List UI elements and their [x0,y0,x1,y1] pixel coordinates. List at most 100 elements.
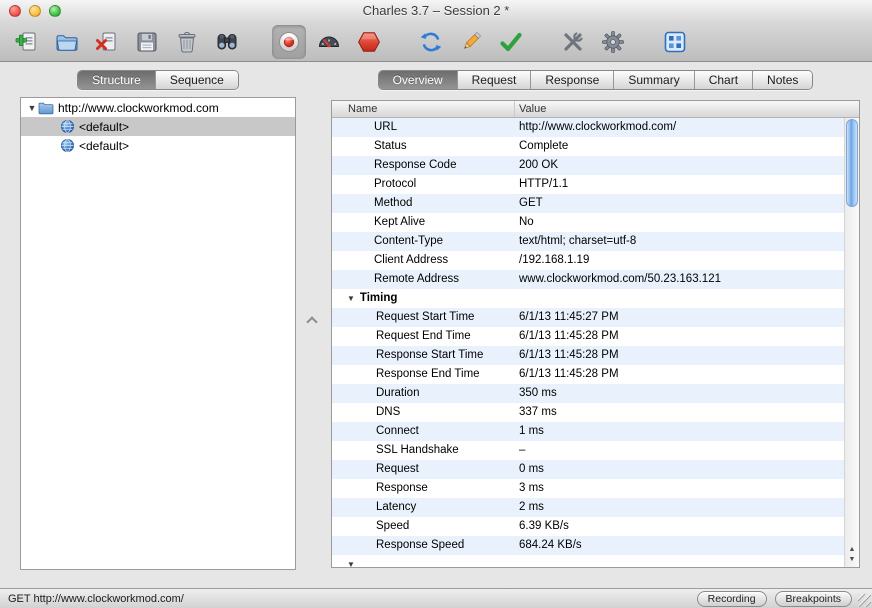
web-interface-icon [664,31,686,52]
save-session-button[interactable] [130,25,164,59]
tab-summary[interactable]: Summary [614,71,695,89]
grid-row[interactable]: SSL Handshake – [332,441,859,460]
vertical-scrollbar[interactable]: ▲ ▼ [844,118,859,567]
tab-response[interactable]: Response [531,71,615,89]
record-button[interactable] [272,24,306,59]
tree-item-label: <default> [79,138,130,153]
grid-row[interactable]: Speed 6.39 KB/s [332,517,859,536]
tab-notes[interactable]: Notes [753,71,813,89]
grid-section-row[interactable]: ▼ Timing [332,289,859,308]
grid-row[interactable]: Method GET [332,194,859,213]
row-value: 6/1/13 11:45:28 PM [519,368,619,380]
row-name: Response [376,482,428,494]
resize-grip[interactable] [858,594,871,607]
grid-row[interactable]: Connect 1 ms [332,422,859,441]
close-window-button[interactable] [9,5,21,17]
grid-row[interactable]: DNS 337 ms [332,403,859,422]
row-name: Request Start Time [376,311,475,323]
grid-row[interactable]: Request End Time 6/1/13 11:45:28 PM [332,327,859,346]
tree-row-root[interactable]: ▼ http://www.clockworkmod.com [21,98,295,117]
tree-row-default[interactable]: <default> [21,117,295,136]
record-icon [279,31,299,52]
open-session-button[interactable] [50,25,84,59]
row-name: Response Code [374,159,457,171]
grid-row[interactable]: Client Address/192.168.1.19 [332,251,859,270]
disclosure-triangle-icon[interactable]: ▼ [332,555,355,567]
settings-button[interactable] [596,25,630,59]
splitter-handle[interactable] [306,316,318,328]
row-name: Content-Type [374,235,444,247]
grid-row[interactable]: Response Code 200 OK [332,156,859,175]
row-value: No [519,216,534,228]
grid-row[interactable]: Duration 350 ms [332,384,859,403]
row-name: URL [374,121,398,133]
close-session-button[interactable] [90,25,124,59]
row-value: GET [519,197,543,209]
structure-tree: ▼ http://www.clockworkmod.com <default> <… [20,97,296,570]
tools-icon [564,31,583,51]
grid-row[interactable]: Latency 2 ms [332,498,859,517]
tab-structure[interactable]: Structure [78,71,156,89]
grid-row[interactable]: Status Complete [332,137,859,156]
grid-section-row[interactable]: ▼ [332,555,859,567]
repeat-button[interactable] [414,25,448,59]
globe-icon [61,120,74,133]
tab-sequence[interactable]: Sequence [155,71,238,89]
web-interface-button[interactable] [658,25,692,59]
row-value: www.clockworkmod.com/50.23.163.121 [519,273,721,285]
validate-button[interactable] [494,25,528,59]
find-button[interactable] [210,25,244,59]
globe-icon [61,139,74,152]
grid-row[interactable]: Response Speed 684.24 KB/s [332,536,859,555]
scroll-up-button[interactable]: ▲ [845,545,859,555]
throttle-button[interactable] [312,25,346,59]
edit-button[interactable] [454,25,488,59]
grid-row[interactable]: Content-Type text/html; charset=utf-8 [332,232,859,251]
add-session-button[interactable] [10,25,44,59]
charles-window: Charles 3.7 – Session 2 * Structure Sequ… [0,0,872,608]
row-name: Method [374,197,413,209]
validate-icon [500,32,522,51]
tab-chart[interactable]: Chart [694,71,754,89]
window-title: Charles 3.7 – Session 2 * [362,3,510,18]
grid-row[interactable]: Request Start Time 6/1/13 11:45:27 PM [332,308,859,327]
grid-row[interactable]: URL http://www.clockworkmod.com/ [332,118,859,137]
row-value: /192.168.1.19 [519,254,590,266]
zoom-window-button[interactable] [49,5,61,17]
edit-icon [464,31,482,49]
row-name: Client Address [374,254,449,266]
panel-splitter[interactable] [297,62,330,588]
row-name: SSL Handshake [376,444,459,456]
row-name: Response Speed [376,539,465,551]
scrollbar-thumb[interactable] [846,119,858,207]
overview-table: Name Value URL http://www.clockworkmod.co… [331,100,860,568]
breakpoints-button[interactable] [352,25,386,59]
tree-row-default[interactable]: <default> [21,136,295,155]
tree-children: <default> <default> [21,117,295,155]
row-name: Response End Time [376,368,480,380]
grid-row[interactable]: Response 3 ms [332,479,859,498]
grid-row[interactable]: Request 0 ms [332,460,859,479]
disclosure-triangle-icon[interactable]: ▼ [332,289,355,308]
minimize-window-button[interactable] [29,5,41,17]
grid-row[interactable]: Response End Time 6/1/13 11:45:28 PM [332,365,859,384]
scroll-down-button[interactable]: ▼ [845,555,859,565]
tree-item-label: <default> [79,119,130,134]
grid-row[interactable]: Kept Alive No [332,213,859,232]
clear-session-button[interactable] [170,25,204,59]
tab-overview[interactable]: Overview [378,71,458,89]
tab-request[interactable]: Request [457,71,532,89]
status-badge-breakpoints[interactable]: Breakpoints [774,590,852,607]
right-panel-tabs: Overview Request Response Summary Chart Notes [377,70,814,90]
row-value: 6/1/13 11:45:28 PM [519,330,619,342]
grid-row[interactable]: Remote Address www.clockworkmod.com/50.23… [332,270,859,289]
row-value: 0 ms [519,463,544,475]
grid-row[interactable]: Response Start Time 6/1/13 11:45:28 PM [332,346,859,365]
tools-button[interactable] [556,25,590,59]
grid-row[interactable]: Protocol HTTP/1.1 [332,175,859,194]
row-value: 684.24 KB/s [519,539,582,551]
open-session-icon [56,34,78,51]
disclosure-triangle-icon[interactable]: ▼ [26,103,38,113]
status-badge-recording[interactable]: Recording [696,590,767,607]
row-value: – [519,444,526,456]
